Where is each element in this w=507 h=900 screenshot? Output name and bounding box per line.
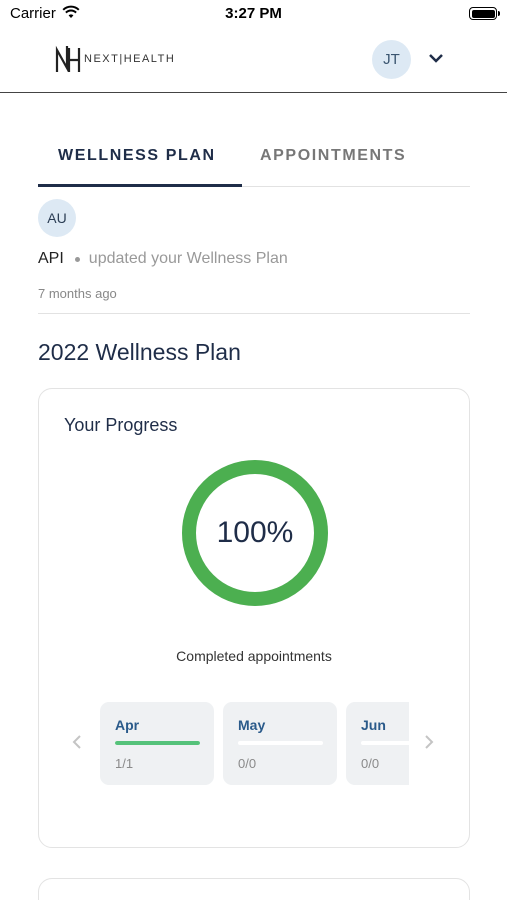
tab-appointments[interactable]: APPOINTMENTS xyxy=(260,147,406,165)
chevron-down-icon[interactable] xyxy=(428,52,444,64)
divider xyxy=(38,313,470,314)
progress-percent: 100% xyxy=(216,516,294,549)
tab-wellness-plan[interactable]: WELLNESS PLAN xyxy=(58,147,216,165)
user-avatar[interactable]: JT xyxy=(372,40,411,79)
next-card xyxy=(38,878,470,900)
status-bar: Carrier 3:27 PM xyxy=(0,0,507,30)
month-card-jun[interactable]: Jun 0/0 xyxy=(346,702,409,785)
battery-icon xyxy=(469,7,500,20)
activity-avatar: AU xyxy=(38,199,76,237)
month-progress-bar xyxy=(361,741,409,745)
activity-timestamp: 7 months ago xyxy=(38,286,117,301)
separator-dot xyxy=(74,256,80,262)
logo[interactable]: NEXT|HEALTH xyxy=(55,44,175,74)
plan-title: 2022 Wellness Plan xyxy=(38,339,241,365)
activity-action: updated your Wellness Plan xyxy=(88,250,288,267)
month-progress-bar xyxy=(238,741,323,745)
month-count: 0/0 xyxy=(361,756,380,771)
chevron-right-icon[interactable] xyxy=(422,732,436,752)
month-label: Jun xyxy=(361,717,386,733)
month-count: 0/0 xyxy=(238,756,257,771)
clock: 3:27 PM xyxy=(225,5,282,22)
progress-card: Your Progress 100% Completed appointment… xyxy=(38,388,470,848)
month-count: 1/1 xyxy=(115,756,134,771)
activity-summary: API updated your Wellness Plan xyxy=(38,250,288,268)
month-label: May xyxy=(238,717,266,733)
month-card-apr[interactable]: Apr 1/1 xyxy=(100,702,214,785)
activity-actor: API xyxy=(38,250,64,267)
month-progress-bar xyxy=(115,741,200,745)
progress-caption: Completed appointments xyxy=(176,648,332,664)
month-label: Apr xyxy=(115,717,140,733)
chevron-left-icon[interactable] xyxy=(70,732,84,752)
month-card-may[interactable]: May 0/0 xyxy=(223,702,337,785)
logo-mark-icon xyxy=(55,45,81,73)
progress-heading: Your Progress xyxy=(64,415,178,435)
month-carousel[interactable]: Apr 1/1 May 0/0 Jun 0/0 xyxy=(100,702,409,785)
logo-text: NEXT|HEALTH xyxy=(84,53,176,65)
tab-bar: WELLNESS PLAN APPOINTMENTS xyxy=(38,130,470,187)
active-tab-indicator xyxy=(38,184,242,187)
app-header: NEXT|HEALTH JT xyxy=(0,30,507,93)
